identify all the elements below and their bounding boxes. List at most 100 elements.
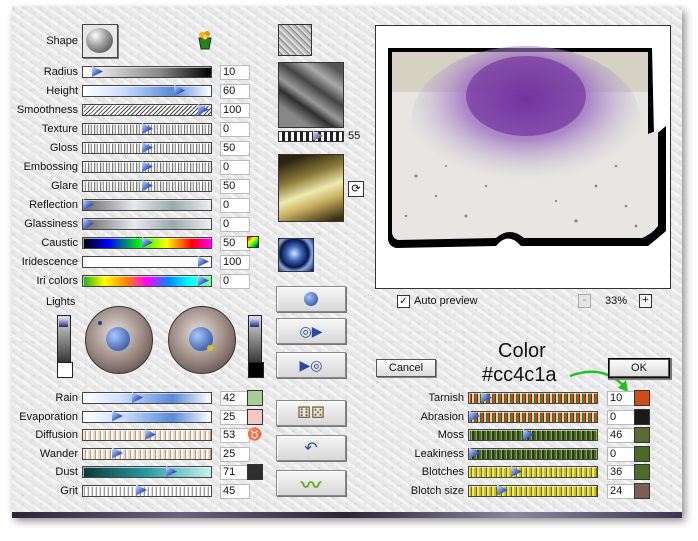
- slider-value-field[interactable]: 25: [220, 446, 250, 462]
- color-swatch[interactable]: [634, 482, 650, 499]
- texture-preview[interactable]: [278, 62, 344, 128]
- slider-thumb[interactable]: [136, 484, 147, 496]
- slider-track[interactable]: [468, 429, 598, 441]
- slider-thumb[interactable]: [481, 392, 492, 403]
- slider-track[interactable]: [468, 410, 598, 423]
- slider-track[interactable]: [82, 142, 212, 154]
- light-color-swatch-right[interactable]: [248, 362, 264, 378]
- slider-thumb[interactable]: [142, 123, 153, 134]
- slider-value-field[interactable]: 0: [220, 198, 250, 213]
- slider-value-field[interactable]: 36: [607, 465, 637, 480]
- slider-track[interactable]: [82, 466, 212, 478]
- slider-track[interactable]: [82, 199, 212, 211]
- slider-thumb[interactable]: [198, 104, 209, 115]
- slider-value-field[interactable]: 60: [220, 84, 250, 99]
- slider-thumb[interactable]: [145, 429, 156, 440]
- slider-value-field[interactable]: 71: [220, 465, 250, 480]
- slider-track[interactable]: [82, 104, 212, 116]
- slider-track[interactable]: [82, 275, 212, 287]
- auto-preview-checkbox[interactable]: ✓: [397, 295, 410, 308]
- rotate-icon[interactable]: ⟳: [348, 181, 364, 197]
- slider-thumb[interactable]: [469, 447, 480, 459]
- lock-icon[interactable]: ♉: [247, 427, 262, 441]
- sphere-tool-button[interactable]: [276, 286, 346, 312]
- color-swatch[interactable]: [634, 390, 650, 406]
- slider-track[interactable]: [468, 484, 598, 497]
- light-color-swatch-left[interactable]: [57, 362, 73, 378]
- slider-thumb[interactable]: [198, 256, 209, 267]
- slider-thumb[interactable]: [166, 466, 177, 477]
- color-swatch[interactable]: [247, 408, 263, 425]
- slider-thumb[interactable]: [83, 218, 94, 229]
- sphere-preset-thumb[interactable]: [278, 238, 314, 272]
- slider-track[interactable]: [82, 410, 212, 423]
- light-sphere-1[interactable]: [85, 306, 153, 374]
- undo-button[interactable]: ↶: [276, 435, 346, 461]
- slider-value-field[interactable]: 50: [220, 236, 250, 251]
- backward-button[interactable]: ▶◎: [276, 352, 346, 378]
- slider-value-field[interactable]: 100: [220, 103, 250, 118]
- slider-track[interactable]: [82, 180, 212, 192]
- slider-thumb[interactable]: [523, 429, 534, 440]
- forward-button[interactable]: ◎▶: [276, 318, 346, 344]
- slider-value-field[interactable]: 0: [607, 446, 637, 462]
- slider-value-field[interactable]: 50: [220, 179, 250, 194]
- color-swatch[interactable]: [634, 427, 650, 443]
- ok-button[interactable]: OK: [609, 359, 669, 377]
- slider-thumb[interactable]: [112, 447, 123, 459]
- slider-track[interactable]: [82, 447, 212, 460]
- slider-thumb[interactable]: [142, 142, 153, 153]
- slider-track[interactable]: [468, 392, 598, 404]
- slider-track[interactable]: [82, 484, 212, 497]
- slider-value-field[interactable]: 0: [220, 217, 250, 232]
- slider-thumb[interactable]: [132, 392, 143, 403]
- color-swatch[interactable]: [634, 445, 650, 462]
- slider-value-field[interactable]: 10: [220, 65, 250, 80]
- zoom-in-button[interactable]: +: [639, 294, 652, 308]
- slider-track[interactable]: [468, 466, 598, 478]
- slider-track[interactable]: [82, 429, 212, 441]
- wave-button[interactable]: 〰: [276, 470, 346, 497]
- slider-track[interactable]: [82, 392, 212, 404]
- slider-track[interactable]: [82, 256, 212, 268]
- slider-track[interactable]: [468, 447, 598, 460]
- slider-value-field[interactable]: 46: [607, 428, 637, 443]
- slider-thumb[interactable]: [497, 484, 508, 496]
- color-swatch[interactable]: [634, 464, 650, 480]
- slider-value-field[interactable]: 0: [607, 409, 637, 425]
- color-swatch[interactable]: [247, 390, 263, 406]
- slider-value-field[interactable]: 0: [220, 274, 250, 289]
- slider-value-field[interactable]: 0: [220, 122, 250, 137]
- slider-value-field[interactable]: 53: [220, 428, 250, 443]
- cancel-button[interactable]: Cancel: [376, 359, 436, 377]
- light-intensity-slider-right[interactable]: [248, 315, 262, 364]
- slider-thumb[interactable]: [142, 180, 153, 191]
- slider-thumb[interactable]: [112, 410, 123, 422]
- texture-thumb-small[interactable]: [278, 24, 312, 56]
- slider-thumb[interactable]: [511, 466, 522, 477]
- color-swatch[interactable]: [247, 464, 263, 480]
- color-swatch[interactable]: [634, 408, 650, 425]
- slider-track[interactable]: [82, 218, 212, 230]
- light-intensity-slider-left[interactable]: [57, 315, 71, 364]
- flowerpot-icon[interactable]: [196, 30, 214, 50]
- slider-track[interactable]: [82, 66, 212, 78]
- slider-value-field[interactable]: 100: [220, 255, 250, 270]
- light-sphere-2[interactable]: [168, 306, 236, 374]
- slider-thumb[interactable]: [469, 410, 480, 422]
- zoom-out-button[interactable]: -: [578, 294, 591, 308]
- environment-map-preview[interactable]: [278, 154, 344, 222]
- caustic-color-swatch[interactable]: [247, 236, 259, 248]
- slider-track[interactable]: [82, 85, 212, 97]
- slider-value-field[interactable]: 45: [220, 483, 250, 499]
- slider-value-field[interactable]: 42: [220, 391, 250, 406]
- slider-thumb[interactable]: [92, 66, 103, 77]
- slider-track[interactable]: [82, 161, 212, 173]
- slider-value-field[interactable]: 25: [220, 409, 250, 425]
- shape-selector[interactable]: [82, 24, 118, 58]
- slider-track[interactable]: [82, 123, 212, 135]
- slider-track[interactable]: [82, 237, 212, 249]
- slider-value-field[interactable]: 24: [607, 483, 637, 499]
- slider-thumb[interactable]: [198, 275, 209, 286]
- texture-scale-slider[interactable]: [278, 131, 344, 142]
